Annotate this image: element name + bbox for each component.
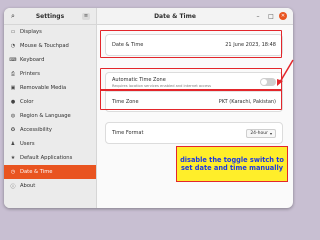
annotation-arrow	[277, 59, 294, 86]
annotation-note: disable the toggle switch to set date an…	[176, 146, 288, 182]
annotation-text: disable the toggle switch to set date an…	[180, 156, 284, 172]
